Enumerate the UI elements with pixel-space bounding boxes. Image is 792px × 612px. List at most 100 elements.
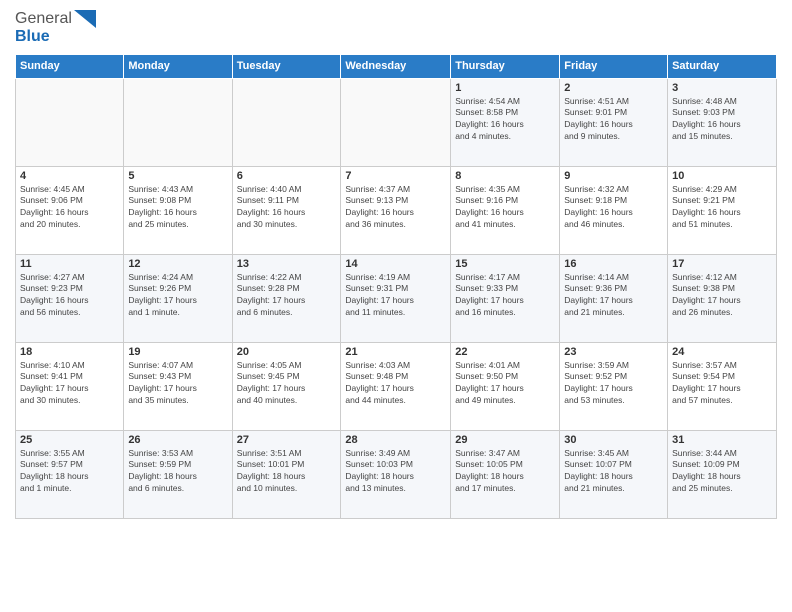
day-info: Sunrise: 4:29 AM Sunset: 9:21 PM Dayligh… — [672, 184, 772, 232]
table-cell: 10 Sunrise: 4:29 AM Sunset: 9:21 PM Dayli… — [668, 166, 777, 254]
logo-blue-text: Blue — [15, 28, 50, 45]
day-info: Sunrise: 4:40 AM Sunset: 9:11 PM Dayligh… — [237, 184, 337, 232]
calendar-week-4: 18 Sunrise: 4:10 AM Sunset: 9:41 PM Dayli… — [16, 342, 777, 430]
table-cell: 30 Sunrise: 3:45 AM Sunset: 10:07 PM Dayl… — [560, 430, 668, 518]
calendar-table: Sunday Monday Tuesday Wednesday Thursday… — [15, 54, 777, 519]
day-info: Sunrise: 4:43 AM Sunset: 9:08 PM Dayligh… — [128, 184, 227, 232]
day-number: 15 — [455, 258, 555, 270]
table-cell: 21 Sunrise: 4:03 AM Sunset: 9:48 PM Dayli… — [341, 342, 451, 430]
day-number: 30 — [564, 434, 663, 446]
day-info: Sunrise: 4:14 AM Sunset: 9:36 PM Dayligh… — [564, 272, 663, 320]
table-cell: 6 Sunrise: 4:40 AM Sunset: 9:11 PM Daylig… — [232, 166, 341, 254]
table-cell: 22Sunrise: 4:01 AM Sunset: 9:50 PM Dayli… — [451, 342, 560, 430]
table-cell: 2 Sunrise: 4:51 AM Sunset: 9:01 PM Daylig… — [560, 78, 668, 166]
day-number: 20 — [237, 346, 337, 358]
day-number: 12 — [128, 258, 227, 270]
day-number: 13 — [237, 258, 337, 270]
day-info: Sunrise: 4:10 AM Sunset: 9:41 PM Dayligh… — [20, 360, 119, 408]
table-cell: 19 Sunrise: 4:07 AM Sunset: 9:43 PM Dayli… — [124, 342, 232, 430]
day-info: Sunrise: 4:48 AM Sunset: 9:03 PM Dayligh… — [672, 96, 772, 144]
day-info: Sunrise: 4:19 AM Sunset: 9:31 PM Dayligh… — [345, 272, 446, 320]
day-number: 18 — [20, 346, 119, 358]
day-info: Sunrise: 4:07 AM Sunset: 9:43 PM Dayligh… — [128, 360, 227, 408]
day-info: Sunrise: 3:55 AM Sunset: 9:57 PM Dayligh… — [20, 448, 119, 496]
table-cell: 31Sunrise: 3:44 AM Sunset: 10:09 PM Dayl… — [668, 430, 777, 518]
day-info: Sunrise: 4:05 AM Sunset: 9:45 PM Dayligh… — [237, 360, 337, 408]
day-info: Sunrise: 4:27 AM Sunset: 9:23 PM Dayligh… — [20, 272, 119, 320]
day-info: Sunrise: 4:32 AM Sunset: 9:18 PM Dayligh… — [564, 184, 663, 232]
calendar-header-row: Sunday Monday Tuesday Wednesday Thursday… — [16, 54, 777, 78]
table-cell: 13 Sunrise: 4:22 AM Sunset: 9:28 PM Dayli… — [232, 254, 341, 342]
page: General Blue Sunday Monday Tuesday Wedne… — [0, 0, 792, 612]
table-cell: 23Sunrise: 3:59 AM Sunset: 9:52 PM Dayli… — [560, 342, 668, 430]
day-info: Sunrise: 3:51 AM Sunset: 10:01 PM Daylig… — [237, 448, 337, 496]
day-number: 31 — [672, 434, 772, 446]
col-sunday: Sunday — [16, 54, 124, 78]
day-number: 9 — [564, 170, 663, 182]
day-number: 26 — [128, 434, 227, 446]
table-cell: 15 Sunrise: 4:17 AM Sunset: 9:33 PM Dayli… — [451, 254, 560, 342]
logo-general-text: General — [15, 10, 72, 28]
day-number: 21 — [345, 346, 446, 358]
day-number: 10 — [672, 170, 772, 182]
day-number: 3 — [672, 82, 772, 94]
table-cell: 1 Sunrise: 4:54 AM Sunset: 8:58 PM Daylig… — [451, 78, 560, 166]
table-cell: 16 Sunrise: 4:14 AM Sunset: 9:36 PM Dayli… — [560, 254, 668, 342]
day-number: 29 — [455, 434, 555, 446]
table-cell: 24Sunrise: 3:57 AM Sunset: 9:54 PM Dayli… — [668, 342, 777, 430]
day-number: 16 — [564, 258, 663, 270]
day-info: Sunrise: 4:12 AM Sunset: 9:38 PM Dayligh… — [672, 272, 772, 320]
table-cell: 7Sunrise: 4:37 AM Sunset: 9:13 PM Daylig… — [341, 166, 451, 254]
day-info: Sunrise: 4:22 AM Sunset: 9:28 PM Dayligh… — [237, 272, 337, 320]
col-wednesday: Wednesday — [341, 54, 451, 78]
col-thursday: Thursday — [451, 54, 560, 78]
day-info: Sunrise: 4:01 AM Sunset: 9:50 PM Dayligh… — [455, 360, 555, 408]
day-info: Sunrise: 4:51 AM Sunset: 9:01 PM Dayligh… — [564, 96, 663, 144]
header: General Blue — [15, 10, 777, 46]
day-info: Sunrise: 4:35 AM Sunset: 9:16 PM Dayligh… — [455, 184, 555, 232]
table-cell: 25 Sunrise: 3:55 AM Sunset: 9:57 PM Dayli… — [16, 430, 124, 518]
day-number: 2 — [564, 82, 663, 94]
day-number: 23 — [564, 346, 663, 358]
day-number: 1 — [455, 82, 555, 94]
table-cell: 12 Sunrise: 4:24 AM Sunset: 9:26 PM Dayli… — [124, 254, 232, 342]
table-cell: 4Sunrise: 4:45 AM Sunset: 9:06 PM Daylig… — [16, 166, 124, 254]
table-cell: 28Sunrise: 3:49 AM Sunset: 10:03 PM Dayl… — [341, 430, 451, 518]
day-number: 6 — [237, 170, 337, 182]
table-cell: 17 Sunrise: 4:12 AM Sunset: 9:38 PM Dayli… — [668, 254, 777, 342]
day-info: Sunrise: 4:45 AM Sunset: 9:06 PM Dayligh… — [20, 184, 119, 232]
calendar-body: 1 Sunrise: 4:54 AM Sunset: 8:58 PM Daylig… — [16, 78, 777, 518]
day-number: 19 — [128, 346, 227, 358]
day-number: 25 — [20, 434, 119, 446]
day-info: Sunrise: 4:54 AM Sunset: 8:58 PM Dayligh… — [455, 96, 555, 144]
logo-icon — [74, 10, 96, 28]
table-cell: 29 Sunrise: 3:47 AM Sunset: 10:05 PM Dayl… — [451, 430, 560, 518]
calendar-week-5: 25 Sunrise: 3:55 AM Sunset: 9:57 PM Dayli… — [16, 430, 777, 518]
table-cell — [232, 78, 341, 166]
table-cell: 3 Sunrise: 4:48 AM Sunset: 9:03 PM Daylig… — [668, 78, 777, 166]
day-number: 7 — [345, 170, 446, 182]
table-cell: 27 Sunrise: 3:51 AM Sunset: 10:01 PM Dayl… — [232, 430, 341, 518]
day-number: 11 — [20, 258, 119, 270]
col-saturday: Saturday — [668, 54, 777, 78]
day-number: 28 — [345, 434, 446, 446]
table-cell: 8Sunrise: 4:35 AM Sunset: 9:16 PM Daylig… — [451, 166, 560, 254]
calendar-week-1: 1 Sunrise: 4:54 AM Sunset: 8:58 PM Daylig… — [16, 78, 777, 166]
day-info: Sunrise: 3:57 AM Sunset: 9:54 PM Dayligh… — [672, 360, 772, 408]
day-number: 17 — [672, 258, 772, 270]
day-number: 5 — [128, 170, 227, 182]
day-info: Sunrise: 4:24 AM Sunset: 9:26 PM Dayligh… — [128, 272, 227, 320]
day-info: Sunrise: 3:47 AM Sunset: 10:05 PM Daylig… — [455, 448, 555, 496]
day-number: 27 — [237, 434, 337, 446]
table-cell: 18 Sunrise: 4:10 AM Sunset: 9:41 PM Dayli… — [16, 342, 124, 430]
col-friday: Friday — [560, 54, 668, 78]
table-cell: 20 Sunrise: 4:05 AM Sunset: 9:45 PM Dayli… — [232, 342, 341, 430]
table-cell — [16, 78, 124, 166]
day-info: Sunrise: 4:17 AM Sunset: 9:33 PM Dayligh… — [455, 272, 555, 320]
table-cell: 11 Sunrise: 4:27 AM Sunset: 9:23 PM Dayli… — [16, 254, 124, 342]
day-info: Sunrise: 4:03 AM Sunset: 9:48 PM Dayligh… — [345, 360, 446, 408]
day-number: 14 — [345, 258, 446, 270]
calendar-week-2: 4Sunrise: 4:45 AM Sunset: 9:06 PM Daylig… — [16, 166, 777, 254]
col-tuesday: Tuesday — [232, 54, 341, 78]
day-info: Sunrise: 3:45 AM Sunset: 10:07 PM Daylig… — [564, 448, 663, 496]
